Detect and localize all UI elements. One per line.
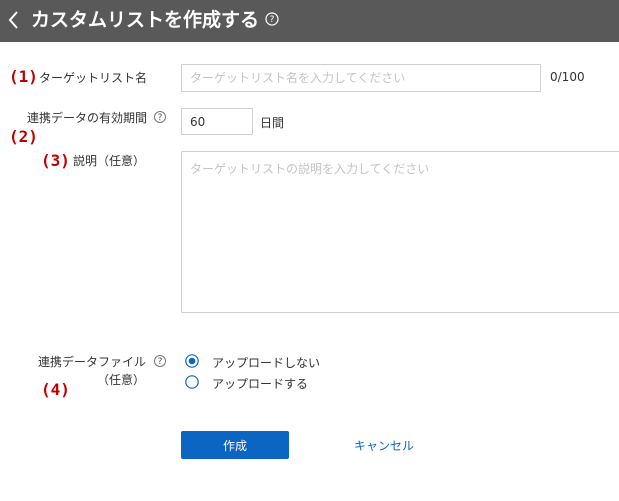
retention-help-icon[interactable]: ?: [154, 111, 166, 123]
cancel-link[interactable]: キャンセル: [354, 437, 414, 454]
radio-upload[interactable]: [185, 375, 199, 389]
create-button[interactable]: 作成: [181, 431, 289, 459]
chevron-left-icon[interactable]: [6, 9, 22, 31]
file-help-icon[interactable]: ?: [154, 355, 166, 367]
list-name-counter: 0/100: [550, 70, 585, 84]
svg-text:?: ?: [270, 15, 275, 25]
description-label: 説明（任意）: [73, 154, 146, 168]
retention-label: 連携データの有効期間: [27, 111, 148, 125]
retention-input[interactable]: [181, 108, 253, 135]
annotation-3: (3): [41, 151, 70, 170]
retention-unit: 日間: [260, 116, 285, 130]
page-title: カスタムリストを作成する: [31, 9, 260, 31]
annotation-1: (1): [9, 67, 38, 86]
list-name-input[interactable]: [181, 64, 541, 92]
list-name-label: ターゲットリスト名: [39, 71, 148, 85]
radio-no-upload-label[interactable]: アップロードしない: [212, 354, 320, 371]
annotation-2: (2): [9, 127, 38, 146]
help-circle-icon[interactable]: ?: [265, 12, 279, 26]
annotation-4: (4): [41, 380, 70, 399]
description-textarea[interactable]: [181, 151, 619, 313]
page-header: カスタムリストを作成する ?: [0, 0, 619, 42]
radio-no-upload[interactable]: [185, 354, 199, 368]
file-label-optional: （任意）: [97, 373, 146, 387]
file-label: 連携データファイル: [38, 355, 147, 369]
radio-upload-label[interactable]: アップロードする: [212, 375, 308, 392]
